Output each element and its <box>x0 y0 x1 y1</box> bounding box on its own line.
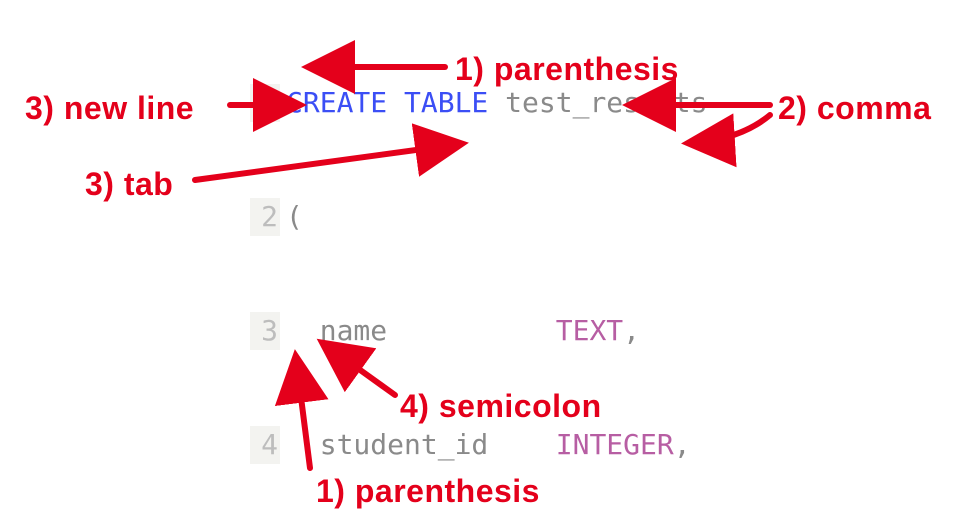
line-number: 4 <box>250 426 280 464</box>
code-line-2: 2( <box>250 198 707 236</box>
code-line-3: 3 name TEXT, <box>250 312 707 350</box>
column-type: INTEGER <box>556 426 674 464</box>
code-line-4: 4 student_id INTEGER, <box>250 426 707 464</box>
annotation-tab: 3) tab <box>85 168 173 200</box>
annotation-new-line: 3) new line <box>25 92 194 124</box>
annotation-parenthesis-bottom: 1) parenthesis <box>316 475 540 507</box>
column-name: student_id <box>286 426 488 464</box>
line-number: 3 <box>250 312 280 350</box>
line-number: 1 <box>250 84 280 122</box>
column-type: TEXT <box>556 312 623 350</box>
code-line-1: 1CREATE TABLE test_results <box>250 84 707 122</box>
annotation-parenthesis-top: 1) parenthesis <box>455 53 679 85</box>
whitespace <box>387 312 556 350</box>
whitespace <box>488 426 555 464</box>
annotation-semicolon: 4) semicolon <box>400 390 602 422</box>
comma: , <box>674 426 691 464</box>
annotation-comma: 2) comma <box>778 92 931 124</box>
table-name: test_results <box>488 84 707 122</box>
column-name: name <box>286 312 387 350</box>
comma: , <box>623 312 640 350</box>
open-paren: ( <box>286 198 303 236</box>
sql-keyword: CREATE TABLE <box>286 84 488 122</box>
line-number: 2 <box>250 198 280 236</box>
